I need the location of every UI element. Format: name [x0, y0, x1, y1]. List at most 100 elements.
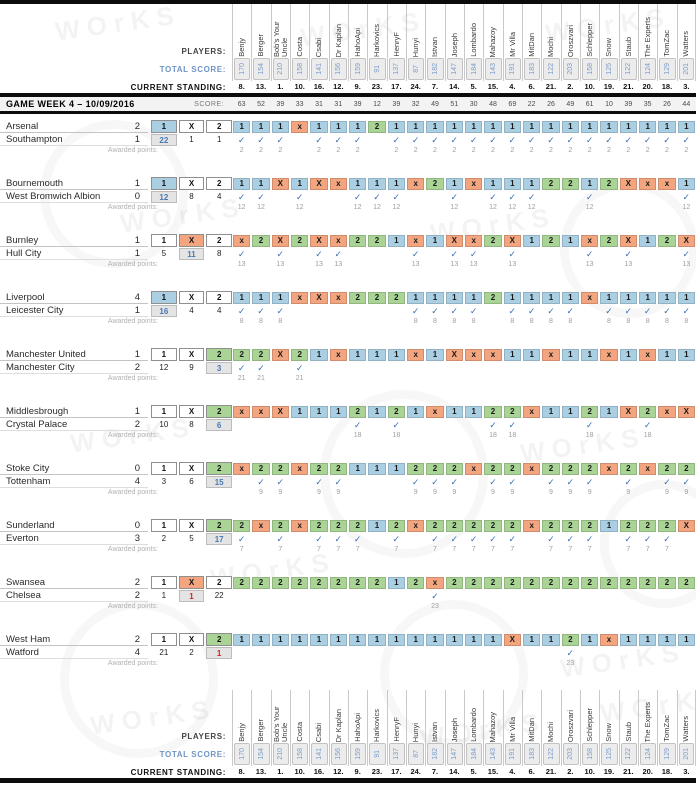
prediction-cell: 1 [678, 178, 695, 190]
home-team-score: 0 [135, 463, 140, 474]
outcome-box-1: 1 [151, 633, 177, 646]
player-total-box: 137 [389, 58, 405, 80]
prediction-cell: 2 [484, 292, 501, 304]
prediction-cell: x [658, 406, 675, 418]
awarded-points-value: 9 [561, 488, 580, 498]
correct-check-icon: ✓ [290, 362, 309, 374]
prediction-cell: 1 [658, 292, 675, 304]
correct-check-icon: ✓ [580, 191, 599, 203]
awarded-points-value: 2 [522, 146, 541, 156]
match-row-away: Hull City15118✓✓✓✓✓✓✓✓✓✓✓ [0, 247, 696, 260]
awarded-points-value: 7 [657, 545, 676, 555]
awarded-points-value: 8 [541, 317, 560, 327]
player-name: Watters [682, 716, 690, 742]
awarded-points-value: 23 [561, 659, 580, 669]
player-standing: 23. [367, 766, 386, 778]
player-total-box: 201 [679, 743, 694, 765]
outcome-box-x: X [179, 234, 205, 247]
prediction-table-page: WOrKSWOrKSWOrKSWOrKSWOrKSWOrKSWOrKSWOrKS… [0, 0, 696, 791]
outcome-count-x: 4 [179, 305, 205, 317]
outcome-boxes: 1X2 [148, 120, 232, 133]
player-standing: 17. [387, 766, 406, 778]
awarded-points-value: 12 [348, 203, 367, 213]
awarded-points-value: 8 [619, 317, 638, 327]
prediction-cell: 2 [349, 520, 366, 532]
prediction-cell: X [504, 634, 521, 646]
player-name-cell: The Experts [638, 4, 657, 57]
correct-check-icon: ✓ [406, 134, 425, 146]
player-name: MitDan [528, 33, 536, 57]
outcome-box-1: 1 [151, 405, 177, 418]
prediction-cell: 1 [446, 178, 463, 190]
prediction-cell: 1 [523, 235, 540, 247]
prediction-cell: 1 [272, 121, 289, 133]
correct-check-icon: ✓ [271, 134, 290, 146]
prediction-cell: X [310, 178, 327, 190]
awarded-points-value: 8 [522, 317, 541, 327]
prediction-cell: 1 [504, 121, 521, 133]
home-team: Stoke City 0 [0, 462, 148, 475]
player-name: Bob's Your Uncle [273, 690, 289, 742]
prediction-cell: 1 [542, 634, 559, 646]
player-total-cell: 141 [309, 742, 328, 766]
prediction-cell: x [465, 463, 482, 475]
player-name-cell: Lombardo [464, 690, 483, 742]
player-name-cell: Mahazoy [483, 4, 502, 57]
player-name-cell: TomZac [657, 690, 676, 742]
prediction-cell: 2 [426, 520, 443, 532]
awarded-points-value: 7 [483, 545, 502, 555]
prediction-cell: 2 [349, 577, 366, 589]
prediction-cell: 2 [252, 349, 269, 361]
awarded-points-value: 8 [406, 317, 425, 327]
player-total-score: 122 [548, 63, 555, 75]
player-total-cell: 170 [232, 742, 251, 766]
prediction-cell: 2 [542, 178, 559, 190]
player-total-score: 182 [432, 63, 439, 75]
correct-check-icon: ✓ [251, 362, 270, 374]
player-total-cell: 137 [387, 57, 406, 81]
outcome-box-2: 2 [206, 291, 232, 304]
week-score: 61 [580, 101, 599, 108]
prediction-cell: 2 [542, 463, 559, 475]
away-team: Everton3 [0, 532, 148, 545]
match-row-points: Awarded points:8888888888888888 [0, 317, 696, 328]
match-row-away: Everton32517✓✓✓✓✓✓✓✓✓✓✓✓✓✓✓✓✓ [0, 532, 696, 545]
player-total-score: 129 [664, 63, 671, 75]
player-total-score: 122 [548, 748, 555, 760]
prediction-cell: x [330, 292, 347, 304]
outcome-box-x: X [179, 177, 205, 190]
prediction-cell: 1 [426, 349, 443, 361]
home-team-name: Stoke City [6, 463, 49, 474]
home-team: Middlesbrough1 [0, 405, 148, 418]
correct-check-icon: ✓ [290, 191, 309, 203]
awarded-points-value: 13 [503, 260, 522, 270]
player-total-cell: 147 [445, 57, 464, 81]
player-total-score: 184 [471, 63, 478, 75]
awarded-points-value: 8 [445, 317, 464, 327]
player-total-cell: 158 [290, 57, 309, 81]
prediction-cell: 2 [504, 520, 521, 532]
outcome-box-1: 1 [151, 348, 177, 361]
prediction-cell: 1 [678, 121, 695, 133]
prediction-cell: 1 [678, 349, 695, 361]
player-total-cell: 154 [251, 742, 270, 766]
prediction-cell: 1 [407, 121, 424, 133]
away-team-name: Southampton [6, 134, 63, 145]
awarded-points-value: 13 [619, 260, 638, 270]
player-name-cell: Benjy [232, 690, 251, 742]
home-team-score: 2 [135, 577, 140, 588]
correct-check-icon: ✓ [232, 134, 251, 146]
prediction-cell: x [600, 463, 617, 475]
total-score-label: TOTAL SCORE: [0, 750, 232, 759]
awarded-points-label: Awarded points: [0, 374, 232, 384]
outcome-count-2: 8 [206, 248, 232, 260]
player-name-cell: Mr Villa [503, 4, 522, 57]
prediction-cell: x [233, 406, 250, 418]
player-total-score: 201 [683, 63, 690, 75]
week-score: 22 [522, 101, 541, 108]
player-standing: 2. [561, 81, 580, 93]
home-team: Liverpool4 [0, 291, 148, 304]
player-total-box: 170 [234, 743, 250, 765]
player-total-box: 201 [679, 58, 694, 80]
prediction-cell: 1 [233, 178, 250, 190]
